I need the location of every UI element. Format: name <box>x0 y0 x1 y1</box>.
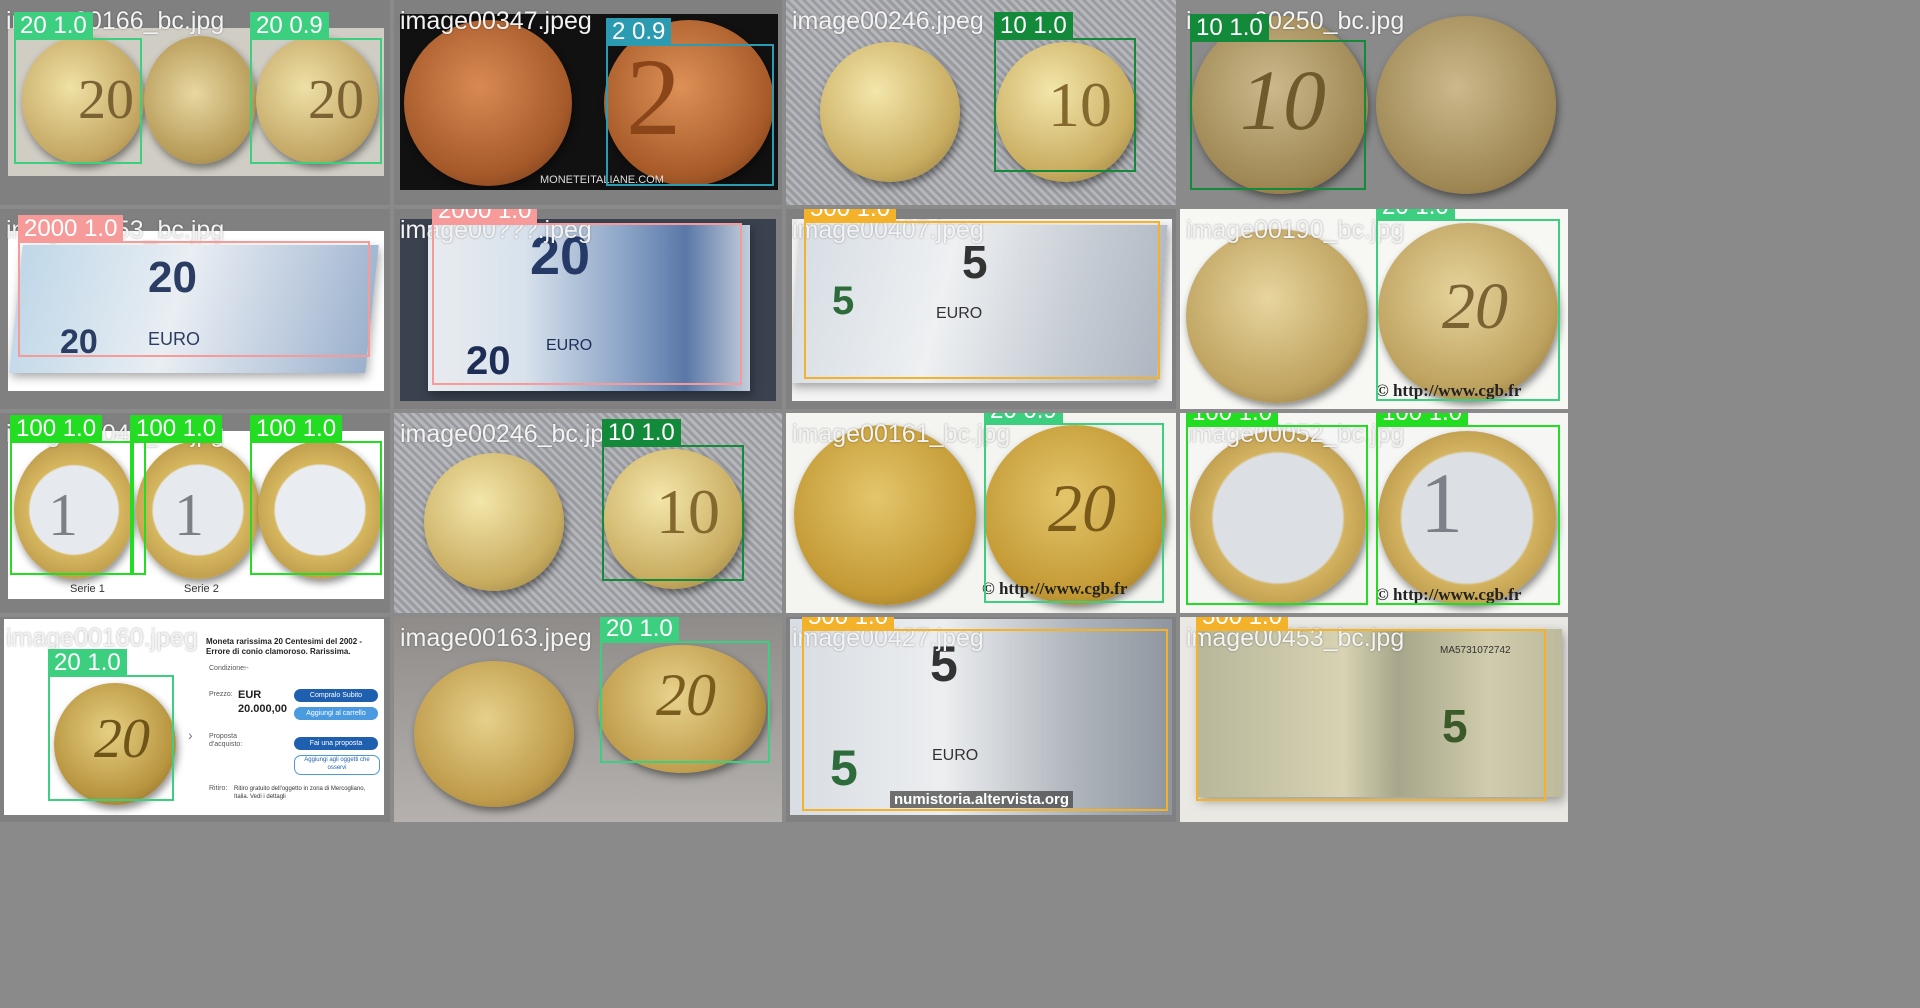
tile-image-banknote-20[interactable]: 20 20 EURO image00???.jpeg 2000 1.0 <box>394 209 782 409</box>
tile-image00046[interactable]: 1 1 Serie 1 Serie 2 image00046_bc.jpg 10… <box>0 413 390 613</box>
bbox-label: 10 1.0 <box>994 12 1073 40</box>
bbox-100: 100 1.0 <box>130 415 223 575</box>
filename-label: image00190_bc.jpg <box>1186 216 1405 244</box>
bbox-20: 20 0.9 <box>984 413 1164 603</box>
tile-image00163[interactable]: 20 image00163.jpeg 20 1.0 <box>394 617 782 822</box>
bbox-10: 10 1.0 <box>994 12 1136 172</box>
coin-10-cent-france <box>1376 16 1556 194</box>
bbox-label: 100 1.0 <box>10 415 103 443</box>
bbox-2000: 2000 1.0 <box>432 209 742 385</box>
coin-20-cent-portugal <box>144 36 256 164</box>
series-caption: Serie 2 <box>184 583 219 595</box>
bbox-label: 20 1.0 <box>1376 209 1455 221</box>
tile-image00246[interactable]: 10 image00246.jpeg 10 1.0 <box>786 0 1176 205</box>
bbox-label: 500 1.0 <box>804 209 897 223</box>
bbox-label: 500 1.0 <box>1196 617 1289 631</box>
condition-value: -- <box>244 665 249 672</box>
tile-image00161[interactable]: 20 © http://www.cgb.fr image00161_bc.jpg… <box>786 413 1176 613</box>
bbox-500: 500 1.0 <box>802 617 1168 811</box>
tile-image00190[interactable]: 20 © http://www.cgb.fr image00190_bc.jpg… <box>1180 209 1568 409</box>
tile-image00166[interactable]: 20 20 image00166_bc.jpg 20 1.0 20 0.9 <box>0 0 390 205</box>
tile-image00407[interactable]: 5 5 EURO image00407.jpeg 500 1.0 <box>786 209 1176 409</box>
filename-label: image00347.jpeg <box>400 7 592 35</box>
coin-10-cent-front <box>820 42 960 182</box>
bbox-label: 100 1.0 <box>1376 413 1469 427</box>
bbox-label: 100 1.0 <box>1186 413 1279 427</box>
tile-image00250[interactable]: 10 image00250_bc.jpg 10 1.0 <box>1180 0 1568 205</box>
tile-image00453[interactable]: MA5731072742 5 image00453_bc.jpg 500 1.0 <box>1180 617 1568 822</box>
series-caption: Serie 1 <box>70 583 105 595</box>
bbox-20: 20 0.9 <box>250 12 382 164</box>
filename-label: image00246_bc.jpg <box>400 420 619 448</box>
filename-label: image00163.jpeg <box>400 624 592 652</box>
bbox-100: 100 1.0 <box>1186 413 1368 605</box>
bbox-20: 20 1.0 <box>14 12 142 164</box>
bbox-500: 500 1.0 <box>1196 617 1546 801</box>
bbox-label: 20 1.0 <box>14 12 93 40</box>
bbox-20: 20 1.0 <box>600 617 770 763</box>
add-to-cart-button[interactable]: Aggiungi al carrello <box>294 707 378 720</box>
chevron-right-icon[interactable]: › <box>188 727 193 743</box>
filename-label: image00246.jpeg <box>792 7 984 35</box>
bbox-10: 10 1.0 <box>1190 14 1366 190</box>
condition-label: Condizione: <box>209 665 246 672</box>
bbox-label: 10 1.0 <box>1190 14 1269 42</box>
tile-image00160[interactable]: 20 › Moneta rarissima 20 Centesimi del 2… <box>0 617 390 822</box>
bbox-2: 2 0.9 <box>606 18 774 186</box>
tile-image00246-bc[interactable]: 10 image00246_bc.jpg 10 1.0 <box>394 413 782 613</box>
price-value: 20.000,00 <box>238 703 287 715</box>
bbox-2000: 2000 1.0 <box>18 215 370 357</box>
add-to-watchlist-button[interactable]: Aggiungi agli oggetti che osservi <box>294 755 380 775</box>
bbox-label: 2000 1.0 <box>432 209 538 225</box>
coin-20-cent-spain <box>794 425 976 605</box>
shipping-label: Ritiro: <box>209 785 228 792</box>
tile-image00347[interactable]: 2 MONETEITALIANE.COM image00347.jpeg 2 0… <box>394 0 782 205</box>
bbox-100: 100 1.0 <box>1376 413 1560 605</box>
bbox-500: 500 1.0 <box>804 209 1160 379</box>
coin-2-cent-front <box>404 20 572 186</box>
bbox-label: 100 1.0 <box>130 415 223 443</box>
bbox-label: 10 1.0 <box>602 419 681 447</box>
coin-20-cent-italy <box>1186 229 1368 403</box>
bbox-label: 20 0.9 <box>250 12 329 40</box>
bbox-label: 20 1.0 <box>600 617 679 643</box>
bbox-20: 20 1.0 <box>48 649 174 801</box>
bbox-label: 100 1.0 <box>250 415 343 443</box>
bbox-label: 20 1.0 <box>48 649 127 677</box>
bbox-100: 100 1.0 <box>250 415 382 575</box>
price-currency: EUR <box>238 689 262 701</box>
detection-mosaic: 20 20 image00166_bc.jpg 20 1.0 20 0.9 2 … <box>0 0 1920 1008</box>
coin-20-cent-italy <box>414 661 574 807</box>
filename-label: image00161_bc.jpg <box>792 420 1011 448</box>
bbox-100: 100 1.0 <box>10 415 134 575</box>
coin-10-cent-front <box>424 453 564 591</box>
shipping-value: Ritiro gratuito dell'oggetto in zona di … <box>234 786 366 800</box>
tile-image00427[interactable]: 5 5 EURO numistoria.altervista.org image… <box>786 617 1176 822</box>
bbox-label: 20 0.9 <box>984 413 1063 425</box>
make-offer-button[interactable]: Fai una proposta <box>294 737 378 750</box>
bbox-label: 2000 1.0 <box>18 215 124 243</box>
buy-now-button[interactable]: Compralo Subito <box>294 689 378 702</box>
price-label: Prezzo: <box>209 691 233 698</box>
offer-label: Proposta d'acquisto: <box>209 733 243 748</box>
bbox-10: 10 1.0 <box>602 419 744 581</box>
bbox-20: 20 1.0 <box>1376 209 1560 401</box>
bbox-label: 2 0.9 <box>606 18 672 46</box>
tile-image00553[interactable]: 20 20 EURO image00553_bc.jpg 2000 1.0 <box>0 209 390 409</box>
bbox-label: 500 1.0 <box>802 617 895 631</box>
listing-title: Moneta rarissima 20 Centesimi del 2002 -… <box>206 637 363 656</box>
tile-image00052[interactable]: 1 © http://www.cgb.fr image00052_bc.jpg … <box>1180 413 1568 613</box>
